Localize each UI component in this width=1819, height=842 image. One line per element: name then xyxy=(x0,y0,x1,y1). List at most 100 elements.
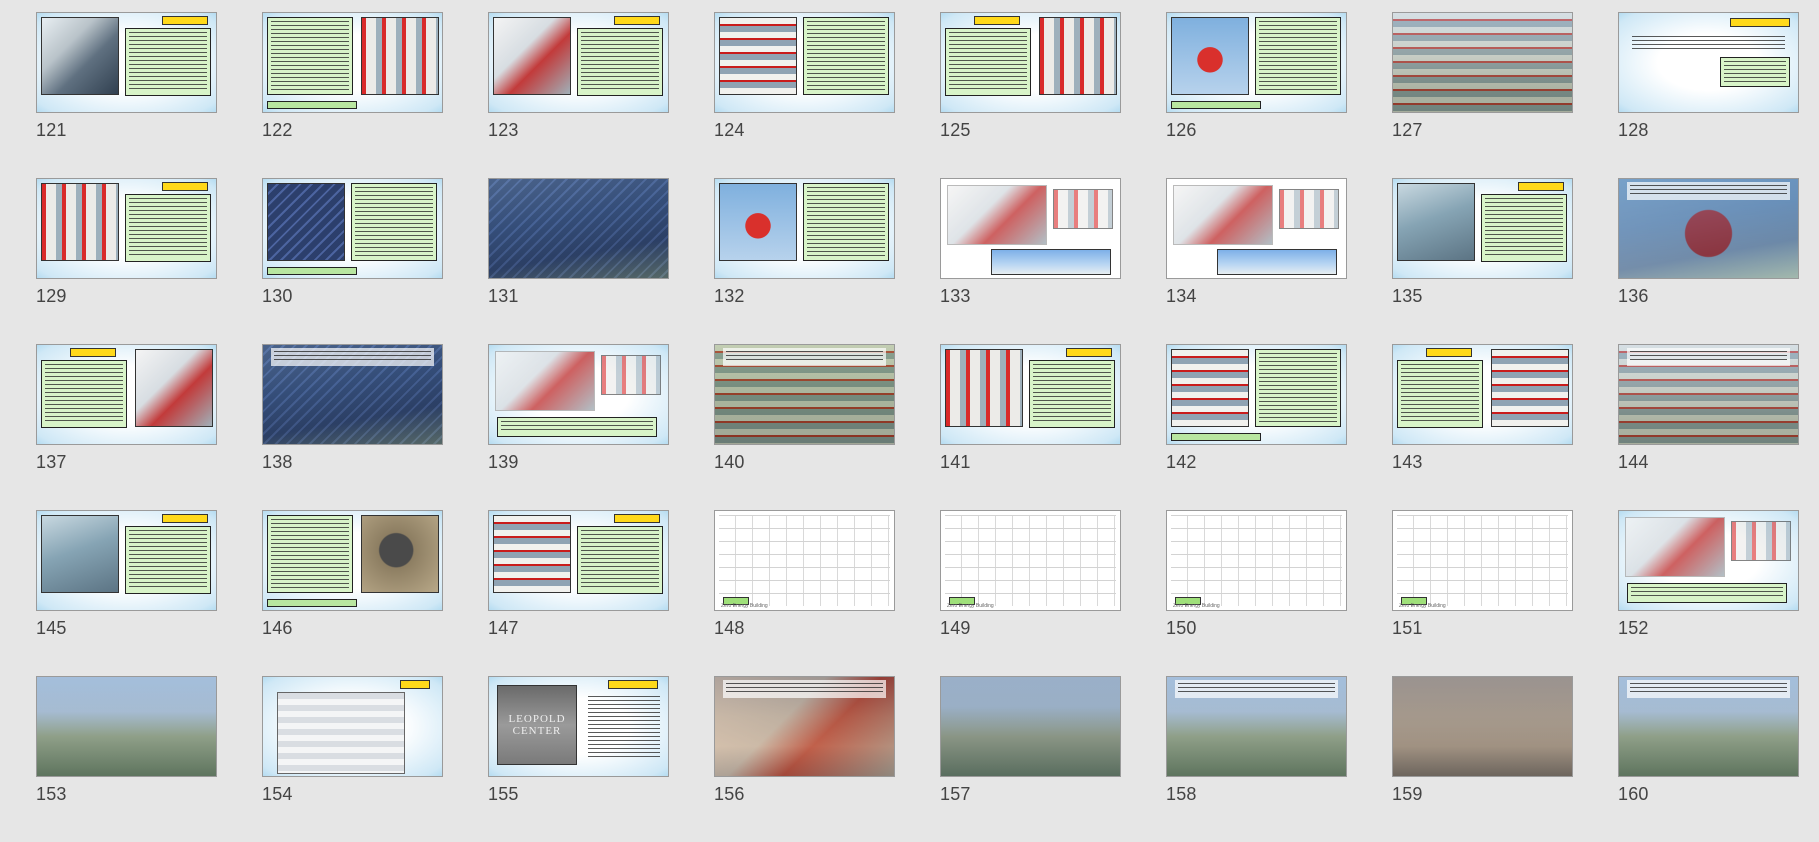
slide-thumbnail[interactable]: 156 xyxy=(714,676,895,842)
slide-preview[interactable] xyxy=(488,178,669,279)
slide-preview[interactable] xyxy=(714,676,895,777)
slide-thumbnail[interactable]: 135 xyxy=(1392,178,1573,344)
slide-preview[interactable] xyxy=(262,178,443,279)
slide-thumbnail[interactable]: Zero Energy Building 149 xyxy=(940,510,1121,676)
slide-thumbnail[interactable]: Zero Energy Building 148 xyxy=(714,510,895,676)
slide-photo xyxy=(1171,17,1249,95)
slide-number: 142 xyxy=(1166,452,1197,472)
slide-number: 137 xyxy=(36,452,67,472)
slide-preview[interactable] xyxy=(714,178,895,279)
slide-thumbnail[interactable]: 140 xyxy=(714,344,895,510)
slide-thumbnail[interactable]: 123 xyxy=(488,12,669,178)
slide-preview[interactable] xyxy=(1618,344,1799,445)
slide-preview[interactable] xyxy=(1166,344,1347,445)
slide-preview[interactable] xyxy=(714,12,895,113)
slide-preview[interactable] xyxy=(1392,344,1573,445)
slide-thumbnail[interactable]: 143 xyxy=(1392,344,1573,510)
slide-preview[interactable] xyxy=(488,12,669,113)
slide-thumbnail[interactable]: 146 xyxy=(262,510,443,676)
slide-thumbnail[interactable]: 138 xyxy=(262,344,443,510)
slide-preview[interactable] xyxy=(36,344,217,445)
plan-caption: Zero Energy Building xyxy=(1399,603,1446,609)
slide-preview[interactable] xyxy=(1166,178,1347,279)
slide-thumbnail[interactable]: 154 xyxy=(262,676,443,842)
slide-thumbnail[interactable]: 159 xyxy=(1392,676,1573,842)
slide-preview[interactable] xyxy=(262,676,443,777)
slide-thumbnail[interactable]: 136 xyxy=(1618,178,1799,344)
plan-caption: Zero Energy Building xyxy=(1173,603,1220,609)
slide-preview[interactable] xyxy=(940,676,1121,777)
slide-thumbnail[interactable]: LEOPOLD CENTER 155 xyxy=(488,676,669,842)
slide-preview[interactable] xyxy=(488,344,669,445)
slide-drawing xyxy=(1625,517,1725,577)
slide-number: 126 xyxy=(1166,120,1197,140)
slide-text-box xyxy=(1720,57,1790,87)
slide-preview[interactable] xyxy=(262,344,443,445)
slide-preview[interactable] xyxy=(940,178,1121,279)
slide-preview[interactable]: Zero Energy Building xyxy=(1392,510,1573,611)
slide-thumbnail[interactable]: 142 xyxy=(1166,344,1347,510)
slide-text-box xyxy=(803,17,889,95)
slide-preview[interactable] xyxy=(262,12,443,113)
slide-preview[interactable] xyxy=(1618,510,1799,611)
slide-thumbnail[interactable]: 130 xyxy=(262,178,443,344)
slide-photo xyxy=(361,17,439,95)
slide-number: 143 xyxy=(1392,452,1423,472)
slide-preview[interactable]: LEOPOLD CENTER xyxy=(488,676,669,777)
slide-thumbnail[interactable]: 121 xyxy=(36,12,217,178)
slide-preview[interactable]: Zero Energy Building xyxy=(1166,510,1347,611)
slide-thumbnail[interactable]: 139 xyxy=(488,344,669,510)
slide-thumbnail[interactable]: 145 xyxy=(36,510,217,676)
slide-preview[interactable] xyxy=(36,12,217,113)
slide-thumbnail[interactable]: 125 xyxy=(940,12,1121,178)
slide-text-box xyxy=(945,28,1031,96)
slide-thumbnail[interactable]: 141 xyxy=(940,344,1121,510)
slide-preview[interactable] xyxy=(1618,12,1799,113)
slide-text-box xyxy=(1397,360,1483,428)
slide-preview[interactable] xyxy=(714,344,895,445)
slide-thumbnail[interactable]: 127 xyxy=(1392,12,1573,178)
slide-thumbnail[interactable]: 157 xyxy=(940,676,1121,842)
slide-preview[interactable] xyxy=(36,178,217,279)
slide-thumbnail[interactable]: 158 xyxy=(1166,676,1347,842)
slide-thumbnail[interactable]: 128 xyxy=(1618,12,1799,178)
slide-thumbnail[interactable]: Zero Energy Building 151 xyxy=(1392,510,1573,676)
slide-thumbnail[interactable]: 147 xyxy=(488,510,669,676)
slide-text-box xyxy=(1029,360,1115,428)
slide-thumbnail[interactable]: 160 xyxy=(1618,676,1799,842)
slide-preview[interactable] xyxy=(1392,178,1573,279)
slide-thumbnail[interactable]: 137 xyxy=(36,344,217,510)
slide-thumbnail[interactable]: 134 xyxy=(1166,178,1347,344)
slide-preview[interactable] xyxy=(940,12,1121,113)
slide-preview[interactable] xyxy=(1166,676,1347,777)
slide-thumbnail[interactable]: 129 xyxy=(36,178,217,344)
slide-preview[interactable] xyxy=(36,510,217,611)
slide-thumbnail[interactable]: Zero Energy Building 150 xyxy=(1166,510,1347,676)
slide-preview[interactable]: Zero Energy Building xyxy=(940,510,1121,611)
slide-preview[interactable]: Zero Energy Building xyxy=(714,510,895,611)
slide-preview[interactable] xyxy=(488,510,669,611)
slide-thumbnail[interactable]: 122 xyxy=(262,12,443,178)
slide-thumbnail[interactable]: 144 xyxy=(1618,344,1799,510)
slide-thumbnail[interactable]: 131 xyxy=(488,178,669,344)
slide-thumbnail[interactable]: 124 xyxy=(714,12,895,178)
slide-preview[interactable] xyxy=(1166,12,1347,113)
slide-thumbnail[interactable]: 153 xyxy=(36,676,217,842)
slide-preview[interactable] xyxy=(36,676,217,777)
slide-photo xyxy=(1397,183,1475,261)
slide-thumbnail[interactable]: 126 xyxy=(1166,12,1347,178)
slide-number: 132 xyxy=(714,286,745,306)
slide-heading-bar xyxy=(1730,18,1790,27)
slide-thumbnail[interactable]: 132 xyxy=(714,178,895,344)
slide-preview[interactable] xyxy=(262,510,443,611)
slide-preview[interactable] xyxy=(940,344,1121,445)
slide-preview[interactable] xyxy=(1392,676,1573,777)
slide-thumb-photos xyxy=(991,249,1111,275)
slide-thumbnail[interactable]: 133 xyxy=(940,178,1121,344)
slide-preview[interactable] xyxy=(1392,12,1573,113)
slide-number: 129 xyxy=(36,286,67,306)
slide-thumbnail[interactable]: 152 xyxy=(1618,510,1799,676)
slide-preview[interactable] xyxy=(1618,676,1799,777)
slide-preview[interactable] xyxy=(1618,178,1799,279)
slide-text-box xyxy=(1255,349,1341,427)
